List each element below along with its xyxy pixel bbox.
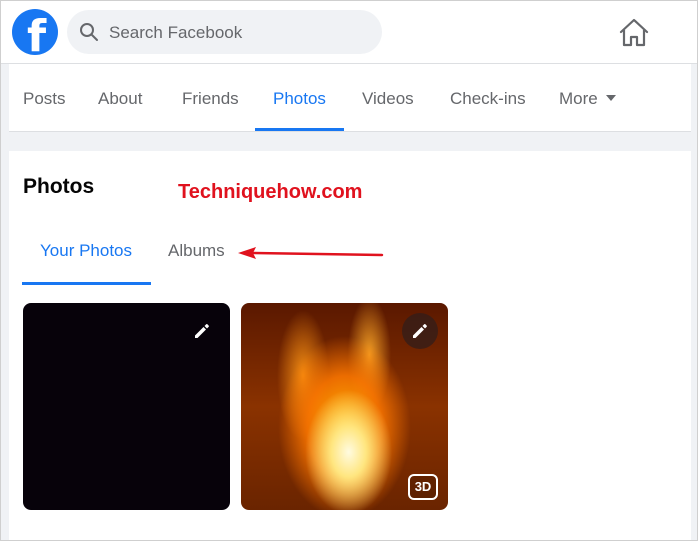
tab-friends[interactable]: Friends (182, 64, 239, 131)
facebook-logo-letter: f (27, 11, 47, 56)
photos-card: Photos Techniquehow.com Your Photos Albu… (9, 151, 691, 540)
tab-videos[interactable]: Videos (362, 64, 414, 131)
facebook-logo[interactable]: f (12, 9, 58, 55)
edit-pencil-icon (195, 324, 209, 338)
caret-down-icon (605, 94, 616, 101)
active-tab-indicator (255, 128, 344, 131)
home-icon[interactable] (616, 15, 652, 51)
subtab-your-photos[interactable]: Your Photos (40, 241, 132, 261)
tab-about[interactable]: About (98, 64, 142, 131)
search-box[interactable] (67, 10, 382, 56)
edit-button[interactable] (402, 313, 438, 349)
tab-more[interactable]: More (559, 64, 616, 131)
tab-more-label: More (559, 89, 598, 108)
watermark-text: Techniquehow.com (178, 181, 363, 203)
section-title: Photos (23, 175, 95, 198)
3d-badge: 3D (408, 474, 438, 500)
tab-photos[interactable]: Photos (273, 64, 326, 131)
app-window: f Posts About Friends Photos Videos Chec… (0, 0, 698, 541)
top-bar: f (1, 1, 697, 64)
edit-pencil-icon (413, 324, 427, 338)
photo-thumbnail[interactable] (23, 303, 230, 510)
tab-check-ins[interactable]: Check-ins (450, 64, 526, 131)
profile-nav: Posts About Friends Photos Videos Check-… (9, 64, 691, 132)
search-icon (80, 23, 98, 41)
search-input[interactable] (107, 10, 371, 56)
red-arrow-annotation (238, 247, 384, 259)
subtab-albums[interactable]: Albums (168, 241, 225, 261)
tab-posts[interactable]: Posts (23, 64, 66, 131)
active-subtab-indicator (22, 282, 151, 285)
edit-button[interactable] (184, 313, 220, 349)
photo-thumbnail[interactable]: 3D (241, 303, 448, 510)
